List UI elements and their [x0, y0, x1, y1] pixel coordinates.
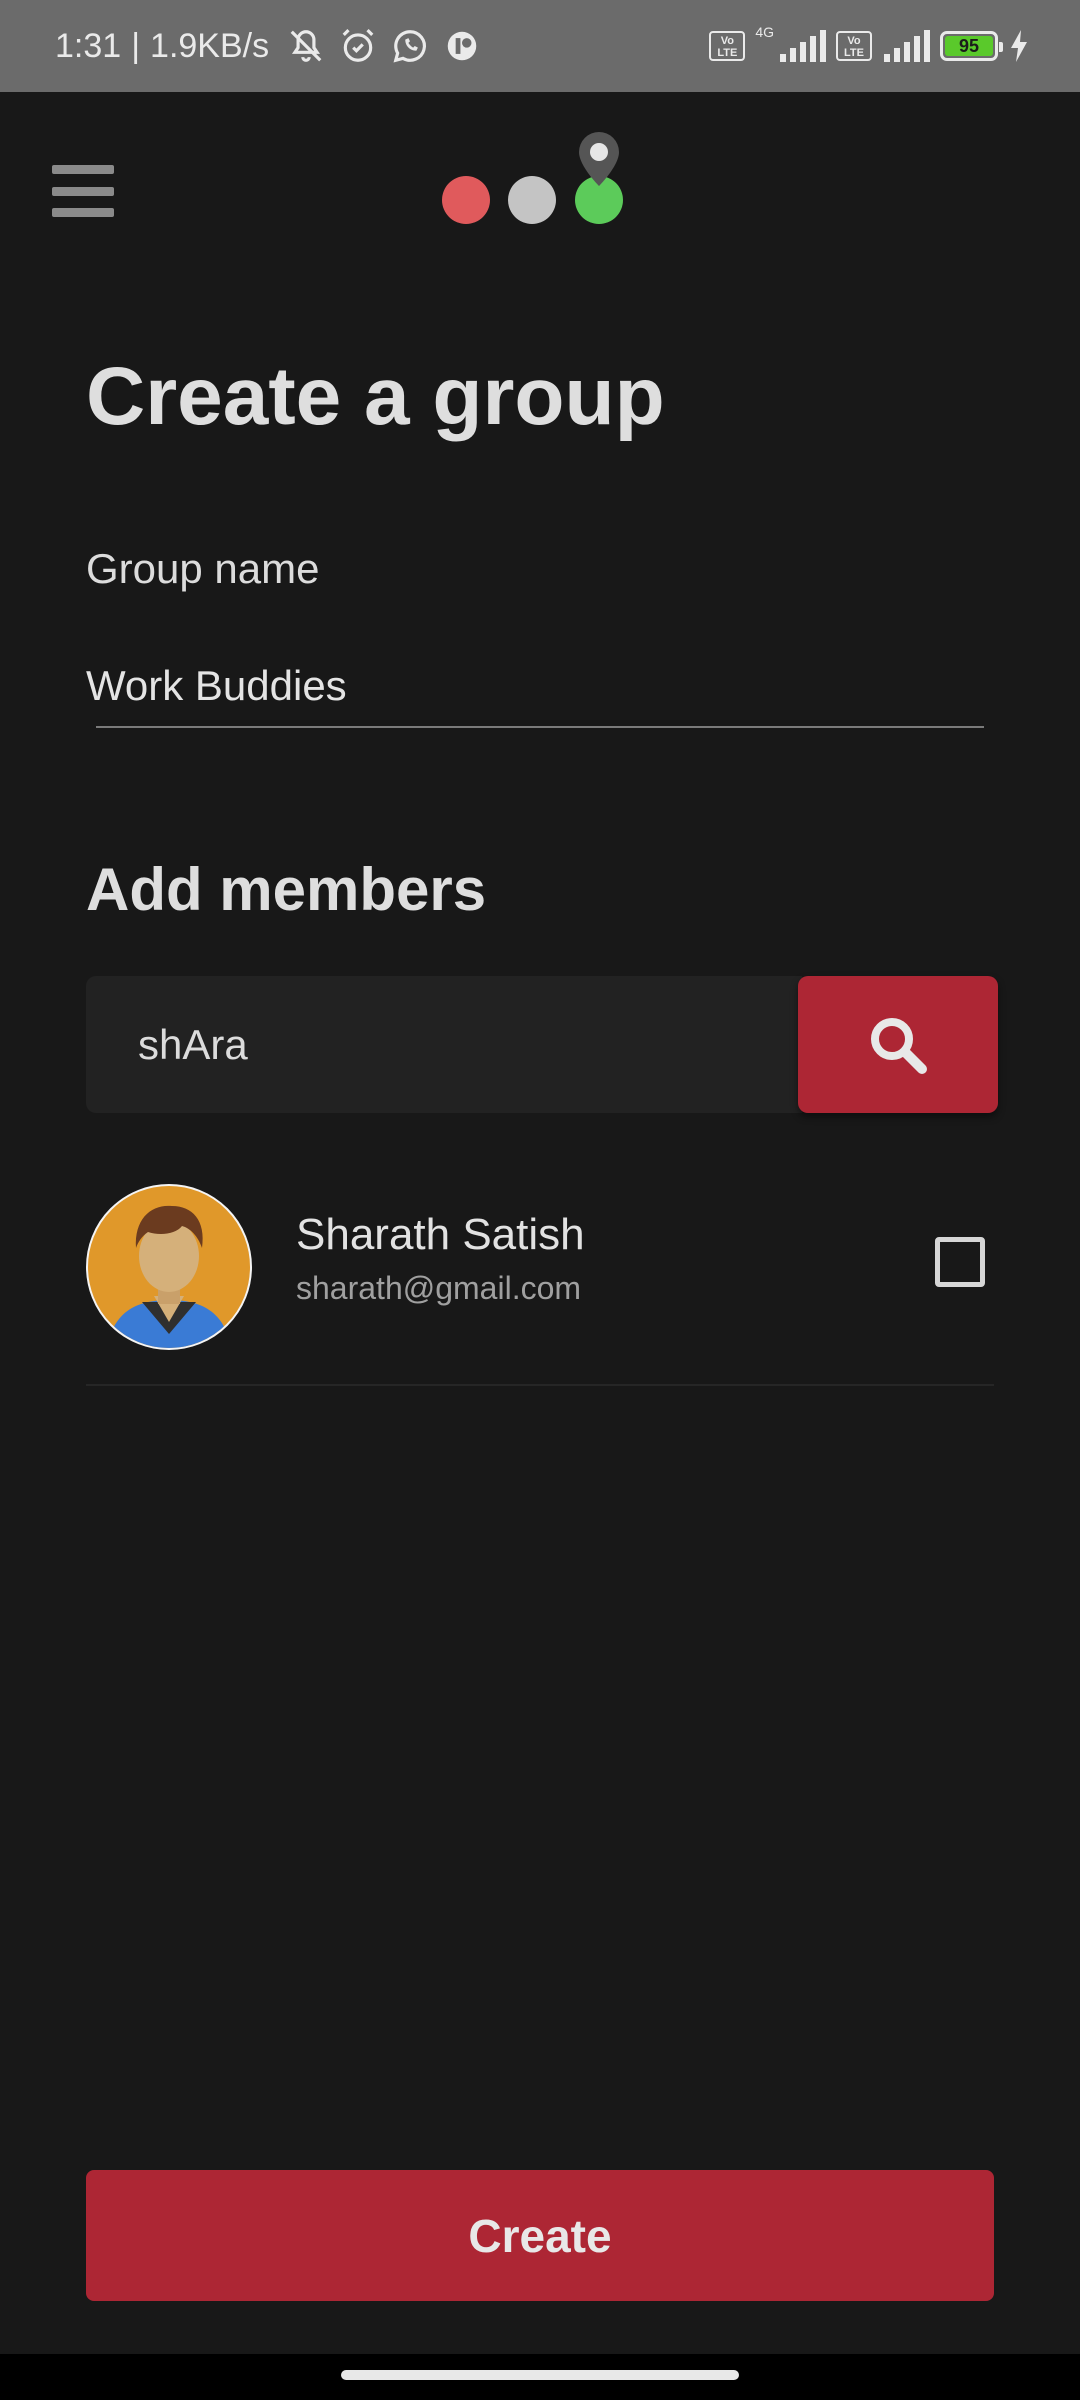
volte-badge-2: Vo LTE	[836, 31, 872, 61]
logo-pin-center	[590, 143, 608, 161]
navigation-bar	[0, 2354, 1080, 2400]
battery-icon: 95	[940, 31, 1003, 61]
page-title: Create a group	[86, 351, 665, 442]
member-select-checkbox[interactable]	[935, 1237, 985, 1287]
member-search-input[interactable]	[86, 976, 802, 1113]
signal-icon	[780, 30, 826, 62]
group-name-label: Group name	[86, 545, 320, 592]
mute-icon	[290, 30, 322, 62]
group-name-input[interactable]	[86, 650, 984, 722]
member-list-item[interactable]: Sharath Satish sharath@gmail.com	[86, 1184, 994, 1384]
home-indicator[interactable]	[341, 2370, 739, 2380]
menu-line	[52, 208, 114, 217]
avatar	[86, 1184, 252, 1350]
battery-level: 95	[945, 36, 993, 56]
list-divider	[86, 1384, 994, 1386]
status-separator: |	[131, 26, 141, 65]
add-members-title: Add members	[86, 856, 487, 923]
create-button[interactable]: Create	[86, 2170, 994, 2301]
alarm-icon	[342, 29, 374, 62]
whatsapp-icon	[393, 30, 427, 63]
app-logo	[442, 132, 623, 224]
signal-icon-2	[884, 30, 930, 62]
status-right: Vo LTE 4G Vo LTE 95	[709, 0, 1030, 92]
status-time: 1:31	[55, 26, 122, 65]
charging-icon	[1011, 30, 1027, 62]
status-left: 1:31 | 1.9KB/s	[55, 0, 481, 92]
group-name-underline	[96, 726, 984, 728]
volte-badge-1: Vo LTE	[709, 31, 746, 61]
member-name: Sharath Satish	[296, 1210, 585, 1259]
search-icon	[871, 1017, 927, 1074]
status-bar: 1:31 | 1.9KB/s Vo LTE 4G Vo LTE 95	[0, 0, 1080, 92]
search-button[interactable]	[798, 976, 998, 1113]
menu-line	[52, 165, 114, 174]
logo-dot-red	[442, 176, 490, 224]
member-email: sharath@gmail.com	[296, 1270, 582, 1306]
hamburger-menu-icon[interactable]	[52, 165, 114, 217]
status-notification-icons	[287, 27, 481, 65]
member-search-bar	[86, 976, 998, 1113]
logo-dot-grey	[508, 176, 556, 224]
menu-line	[52, 186, 114, 196]
status-network-speed: 1.9KB/s	[150, 26, 270, 65]
network-type: 4G	[755, 24, 774, 40]
app-notification-icon	[447, 31, 477, 61]
screen: 1:31 | 1.9KB/s Vo LTE 4G Vo LTE 95 Creat…	[0, 0, 1080, 2400]
